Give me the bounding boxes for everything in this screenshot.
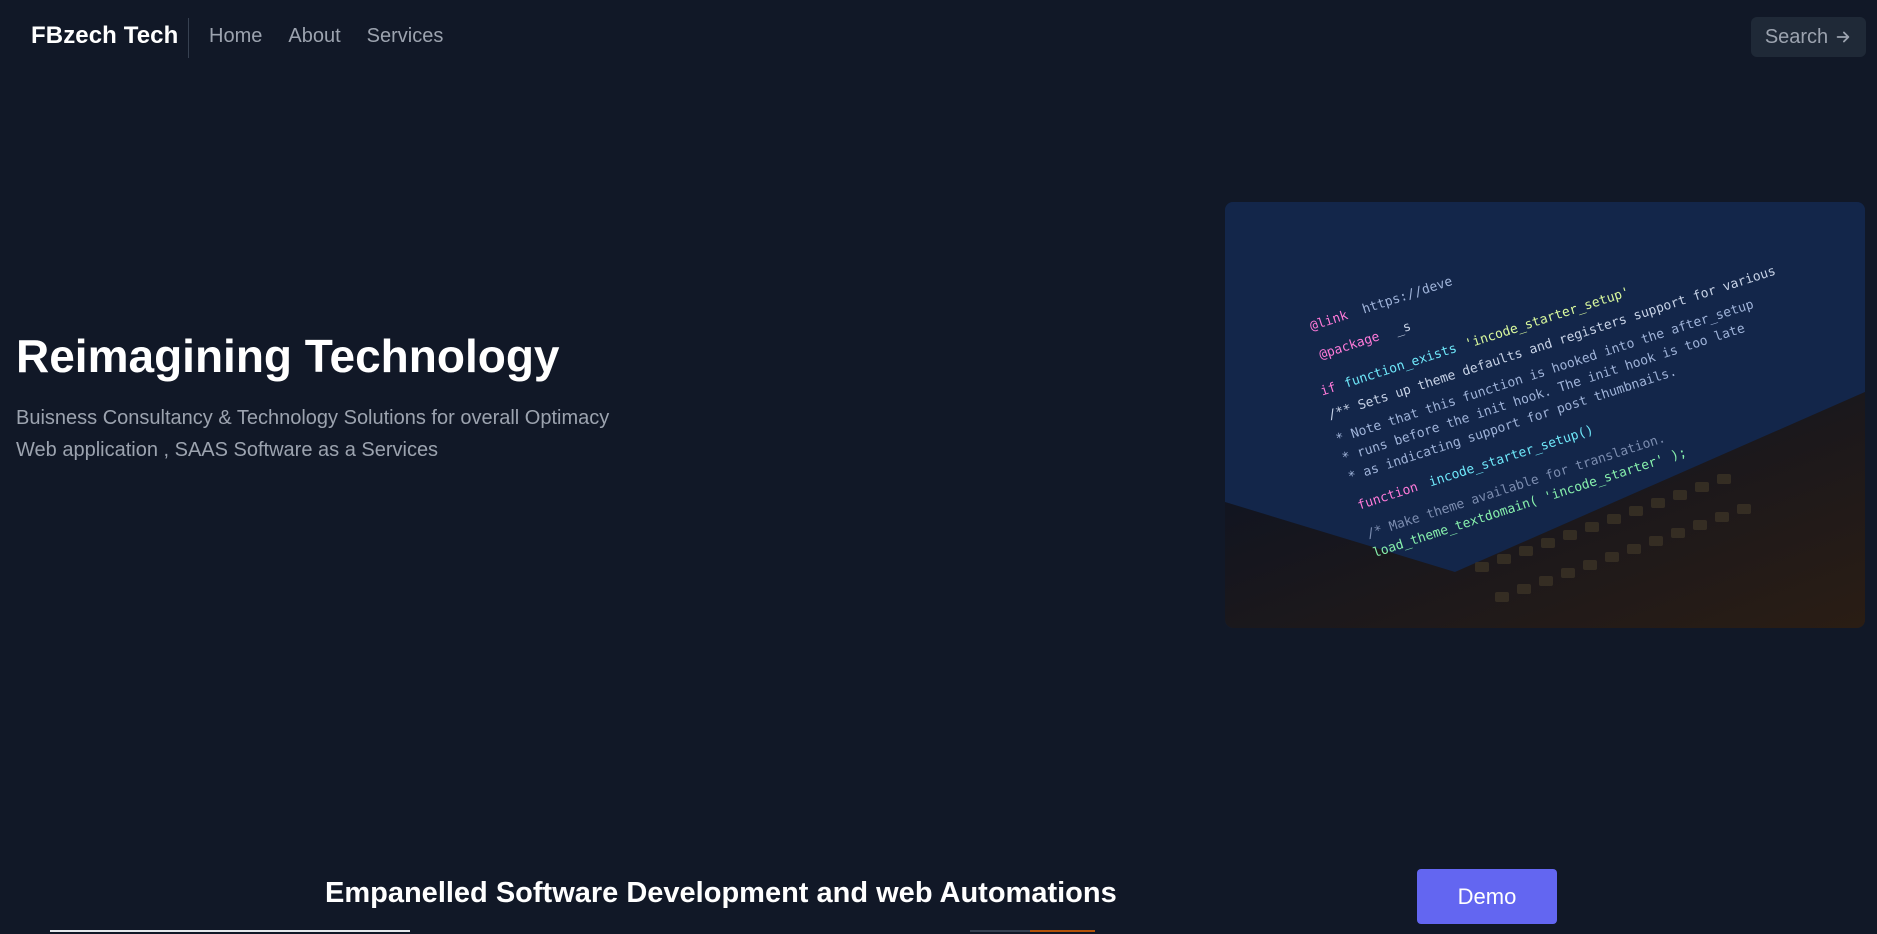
top-navbar: FBzech Tech Home About Services Search <box>0 0 1877 76</box>
content-divider-mid <box>970 930 1030 932</box>
search-button-label: Search <box>1764 25 1829 48</box>
main-nav: Home About Services <box>209 25 443 48</box>
hero-code-laptop-image: @link https://deve @package _s if function_… <box>1225 202 1865 628</box>
hero-subtitle-line-1: Buisness Consultancy & Technology Soluti… <box>16 407 610 429</box>
content-divider-accent <box>1030 930 1095 932</box>
nav-home-link[interactable]: Home <box>209 25 262 48</box>
nav-about-link[interactable]: About <box>288 25 340 48</box>
hero-subtitle: Buisness Consultancy & Technology Soluti… <box>16 402 716 466</box>
hero-subtitle-line-2: Web application , SAAS Software as a Ser… <box>16 439 439 461</box>
demo-button[interactable]: Demo <box>1417 869 1557 924</box>
section-title: Empanelled Software Development and web … <box>325 877 1117 909</box>
content-divider-left <box>50 930 410 932</box>
brand-logo-text[interactable]: FBzech Tech <box>31 22 178 50</box>
search-button[interactable]: Search <box>1751 17 1866 57</box>
brand-divider <box>188 18 189 58</box>
arrow-right-icon <box>1836 31 1850 43</box>
nav-services-link[interactable]: Services <box>367 25 444 48</box>
hero-title: Reimagining Technology <box>16 330 560 382</box>
